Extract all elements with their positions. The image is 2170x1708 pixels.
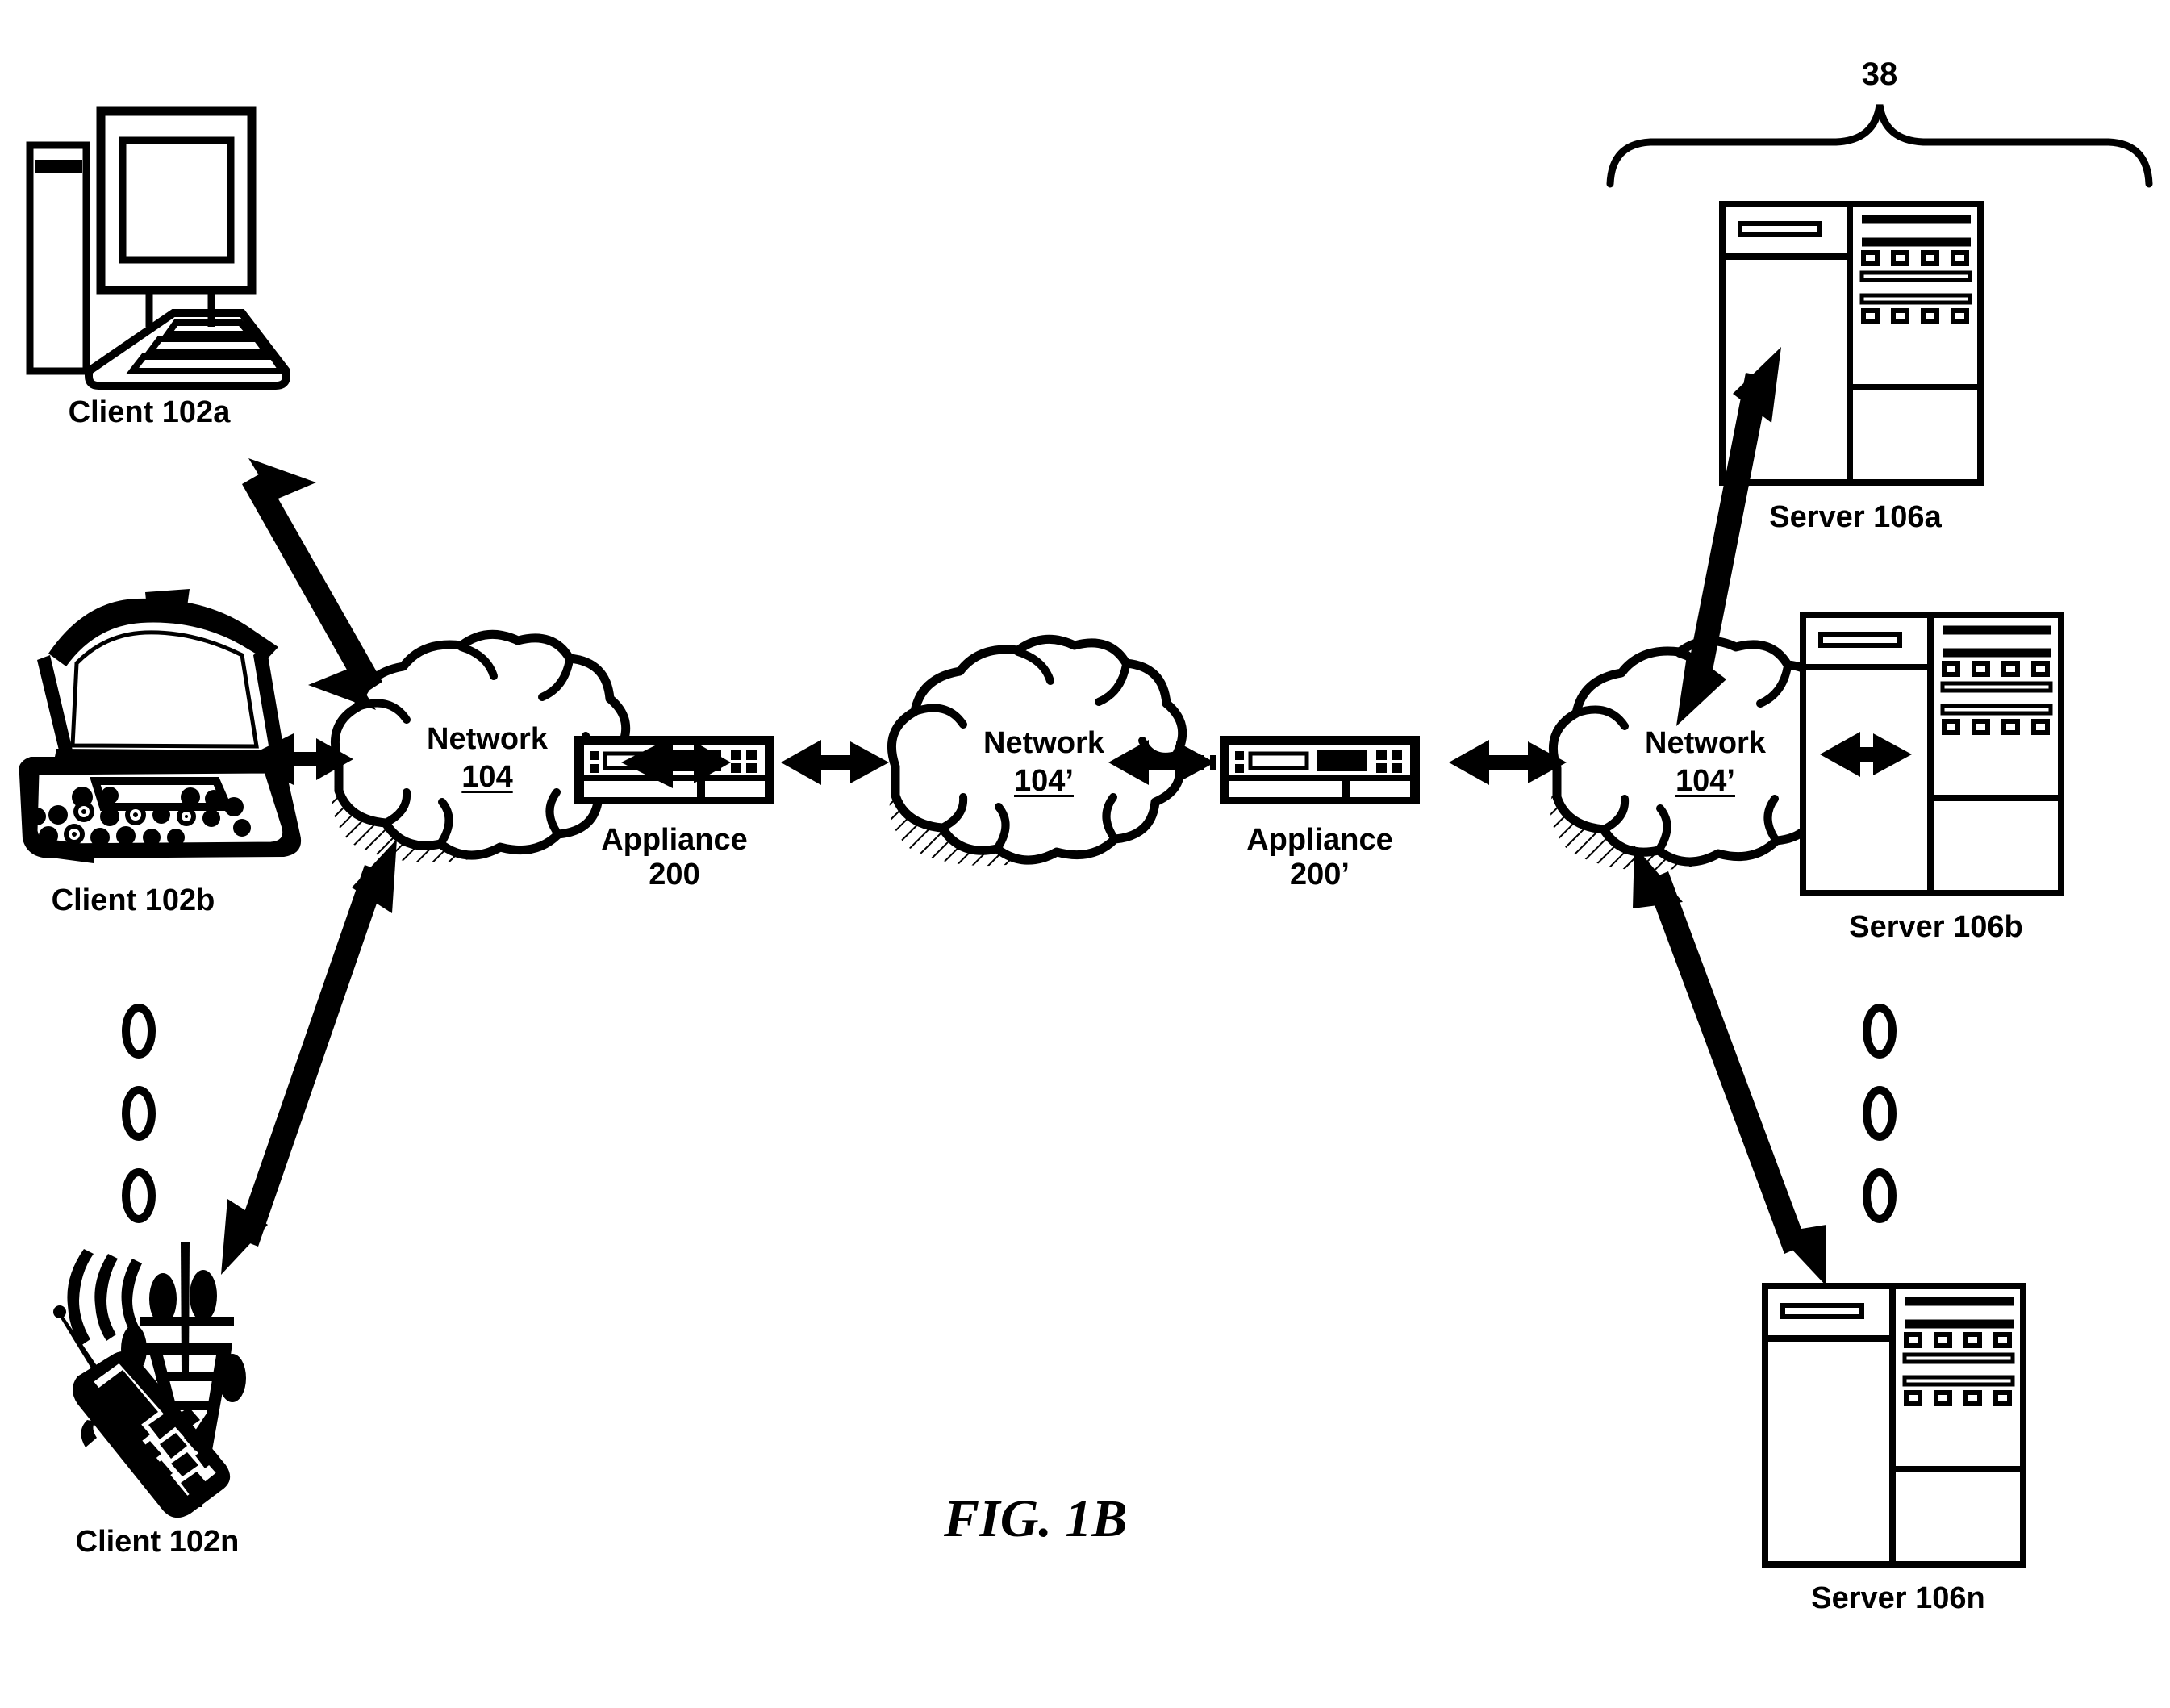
arrow-network104primeright-server106n	[1633, 846, 1826, 1286]
appliance-200-text: Appliance 200	[561, 823, 787, 892]
appliance-200-name: Appliance	[601, 823, 748, 857]
desktop-computer-icon	[26, 106, 290, 390]
network-104-ref: 104	[461, 759, 513, 794]
network-104-prime-middle-name: Network	[983, 726, 1104, 760]
client-ellipsis-icon	[122, 1004, 156, 1223]
network-104-prime-middle-text: Network 104’	[915, 726, 1173, 798]
diagram-vector-layer	[19, 104, 2153, 1568]
patent-figure-1b: 38 Client 102a Client 102b Client 102n N…	[0, 0, 2170, 1708]
server-group-brace	[1606, 104, 2153, 188]
arrow-appliance200-network104prime	[781, 740, 889, 785]
appliance-200-prime-name: Appliance	[1246, 823, 1393, 857]
laptop-computer-icon	[19, 589, 302, 863]
network-104-prime-middle-ref: 104’	[1014, 763, 1074, 798]
network-104-prime-right-ref: 104’	[1675, 763, 1735, 798]
client-102b-label: Client 102b	[51, 883, 215, 917]
figure-caption: FIG. 1B	[944, 1489, 1128, 1548]
server-rack-icon-106n	[1762, 1283, 2026, 1568]
network-104-prime-right-name: Network	[1645, 726, 1766, 760]
client-102n-label: Client 102n	[75, 1525, 240, 1559]
server-106b-label: Server 106b	[1849, 910, 2023, 944]
mobile-phone-tower-icon	[53, 1242, 246, 1518]
server-ellipsis-icon	[1863, 1004, 1897, 1223]
appliance-icon-200-prime	[1220, 736, 1420, 804]
server-106a-label: Server 106a	[1769, 500, 1942, 534]
brace-reference-number: 38	[1861, 56, 1898, 92]
appliance-200-ref: 200	[649, 857, 700, 892]
appliance-200-prime-text: Appliance 200’	[1207, 823, 1433, 892]
network-104-prime-right-text: Network 104’	[1576, 726, 1834, 798]
server-106n-label: Server 106n	[1811, 1581, 1985, 1615]
server-rack-icon-106a	[1719, 201, 1984, 486]
appliance-200-prime-ref: 200’	[1290, 857, 1350, 892]
network-104-text: Network 104	[358, 722, 616, 794]
network-104-name: Network	[427, 722, 548, 756]
client-102a-label: Client 102a	[68, 395, 231, 429]
